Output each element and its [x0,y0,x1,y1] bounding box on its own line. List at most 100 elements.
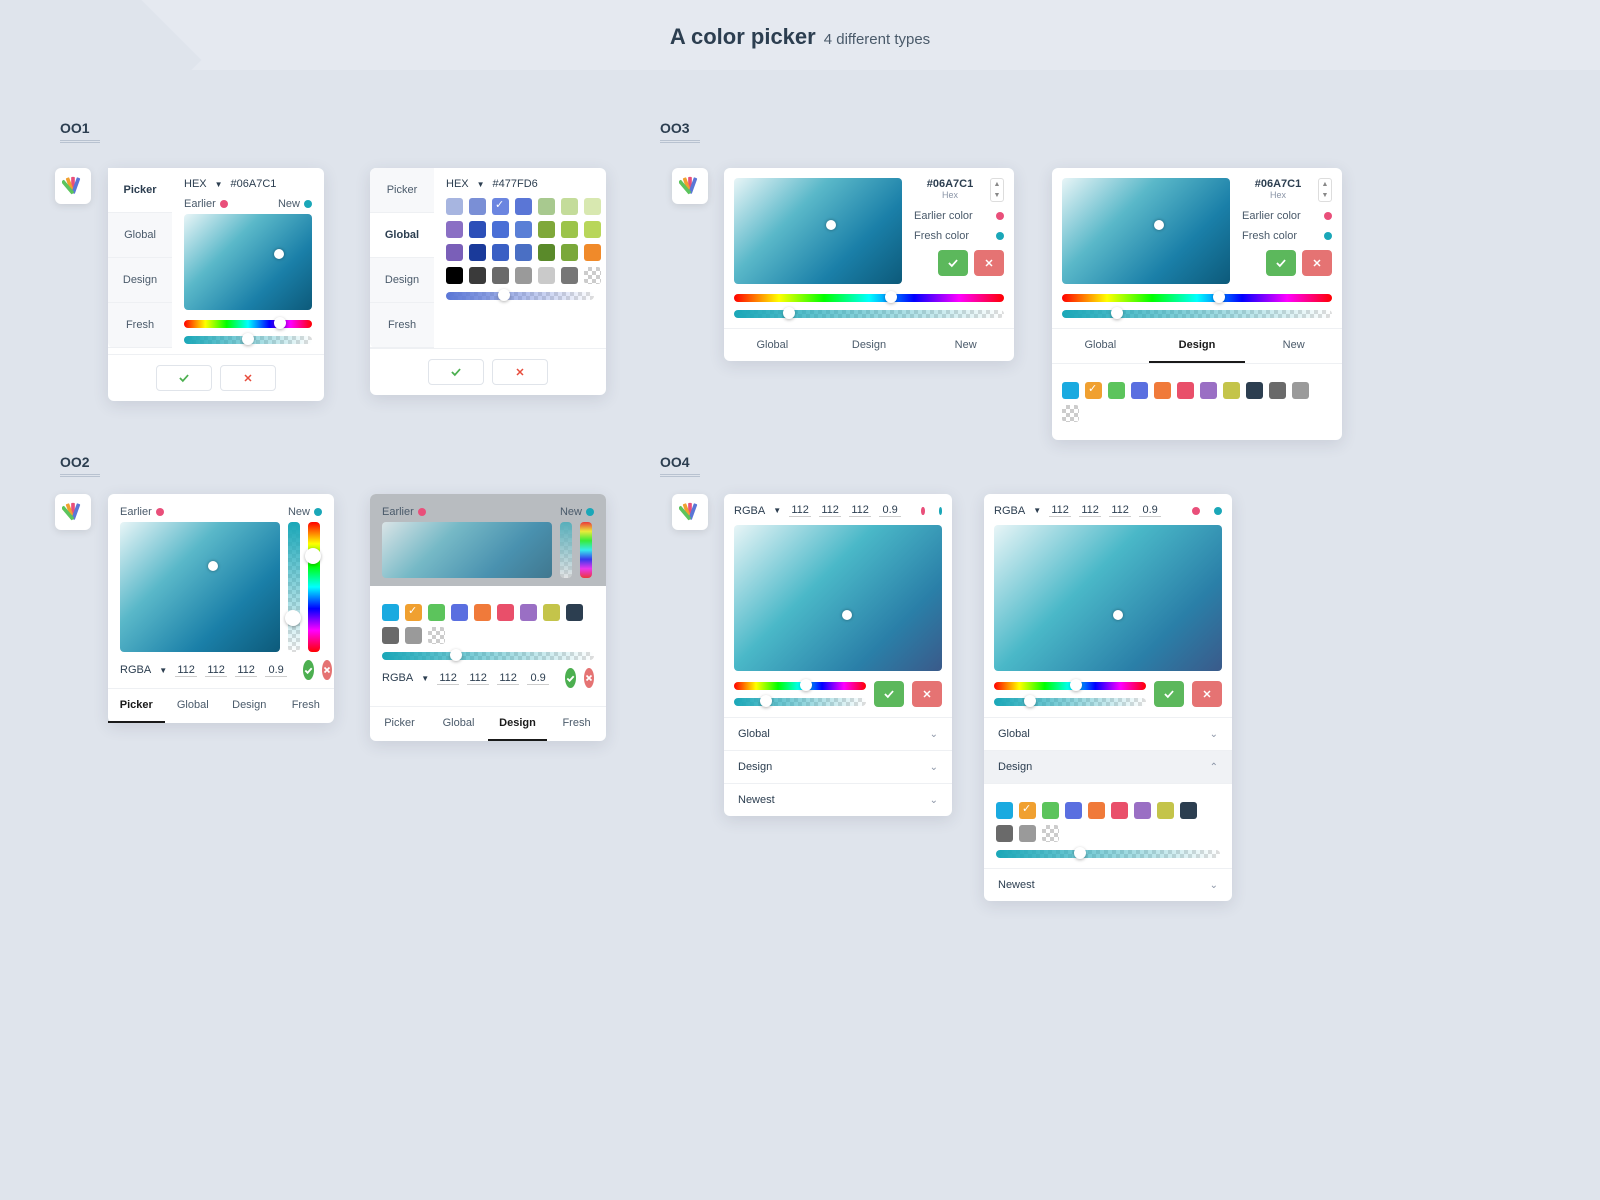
swatch[interactable] [561,244,578,261]
swatch-transparent[interactable] [1042,825,1059,842]
swatch[interactable] [469,221,486,238]
tab-design[interactable]: Design [821,329,918,361]
chevron-down-icon[interactable]: ▼ [477,180,485,189]
swatch[interactable] [446,198,463,215]
hue-slider[interactable] [994,682,1146,690]
cancel-button[interactable] [1192,681,1222,707]
saturation-field[interactable] [994,525,1222,671]
accordion-global[interactable]: Global⌄ [984,717,1232,750]
swatch[interactable] [1062,382,1079,399]
swatch[interactable] [543,604,560,621]
format-label[interactable]: RGBA [382,672,413,684]
tab-global[interactable]: Global [1052,329,1149,363]
swatch[interactable] [492,198,509,215]
rgba-g[interactable]: 112 [467,672,489,685]
swatch-transparent[interactable] [584,267,601,284]
swatch[interactable] [1108,382,1125,399]
tab-picker[interactable]: Picker [370,707,429,741]
swatch-transparent[interactable] [1062,405,1079,422]
cancel-button[interactable] [584,668,594,688]
tab-picker[interactable]: Picker [370,168,434,213]
cancel-button[interactable] [912,681,942,707]
rgba-g[interactable]: 112 [819,504,841,517]
swatch[interactable] [405,627,422,644]
format-label[interactable]: HEX [446,178,469,190]
tab-design[interactable]: Design [488,707,547,741]
tab-fresh[interactable]: Fresh [108,303,172,348]
saturation-field[interactable] [1062,178,1230,284]
tab-design[interactable]: Design [370,258,434,303]
swatch[interactable] [561,267,578,284]
swatch[interactable] [1177,382,1194,399]
color-fan-icon[interactable] [55,494,91,530]
confirm-button[interactable] [303,660,314,680]
swatch[interactable] [492,244,509,261]
confirm-button[interactable] [1154,681,1184,707]
swatch[interactable] [584,198,601,215]
tab-picker[interactable]: Picker [108,168,172,213]
alpha-slider[interactable] [382,652,594,660]
tab-new[interactable]: New [917,329,1014,361]
color-fan-icon[interactable] [672,168,708,204]
stepper[interactable]: ▲▼ [990,178,1004,202]
tab-global[interactable]: Global [108,213,172,258]
alpha-slider[interactable] [996,850,1220,858]
hue-slider[interactable] [734,294,1004,302]
rgba-r[interactable]: 112 [1049,504,1071,517]
accordion-design[interactable]: Design⌄ [724,750,952,783]
hex-value[interactable]: #06A7C1 [914,178,986,190]
swatch[interactable] [474,604,491,621]
chevron-down-icon[interactable]: ▼ [421,674,429,683]
chevron-down-icon[interactable]: ▼ [773,506,781,515]
swatch[interactable] [515,244,532,261]
rgba-g[interactable]: 112 [1079,504,1101,517]
swatch[interactable] [382,627,399,644]
tab-global[interactable]: Global [724,329,821,361]
rgba-g[interactable]: 112 [205,664,227,677]
swatch[interactable] [566,604,583,621]
confirm-button[interactable] [1266,250,1296,276]
swatch[interactable] [520,604,537,621]
saturation-field[interactable] [734,178,902,284]
alpha-slider[interactable] [446,292,594,300]
format-label[interactable]: HEX [184,178,207,190]
swatch[interactable] [561,221,578,238]
swatch[interactable] [584,221,601,238]
tab-global[interactable]: Global [165,689,222,723]
alpha-slider[interactable] [734,310,1004,318]
swatch[interactable] [1088,802,1105,819]
alpha-slider-vertical[interactable] [560,522,572,578]
confirm-button[interactable] [565,668,576,688]
rgba-b[interactable]: 112 [497,672,519,685]
format-label[interactable]: RGBA [120,664,151,676]
saturation-field[interactable] [382,522,552,578]
hue-slider-vertical[interactable] [308,522,320,652]
swatch[interactable] [1134,802,1151,819]
tab-global[interactable]: Global [429,707,488,741]
saturation-field[interactable] [120,522,280,652]
stepper[interactable]: ▲▼ [1318,178,1332,202]
hue-slider[interactable] [184,320,312,328]
cancel-button[interactable] [974,250,1004,276]
swatch[interactable] [538,244,555,261]
swatch[interactable] [1246,382,1263,399]
tab-fresh[interactable]: Fresh [547,707,606,741]
alpha-slider[interactable] [994,698,1146,706]
alpha-slider-vertical[interactable] [288,522,300,652]
color-fan-icon[interactable] [55,168,91,204]
swatch[interactable] [405,604,422,621]
tab-design[interactable]: Design [1149,329,1246,363]
swatch[interactable] [561,198,578,215]
swatch[interactable] [538,267,555,284]
hex-value[interactable]: #477FD6 [493,178,538,190]
tab-fresh[interactable]: Fresh [370,303,434,348]
swatch[interactable] [451,604,468,621]
swatch[interactable] [1154,382,1171,399]
swatch[interactable] [497,604,514,621]
alpha-slider[interactable] [734,698,866,706]
rgba-a[interactable]: 0.9 [265,664,287,677]
swatch[interactable] [1269,382,1286,399]
rgba-b[interactable]: 112 [849,504,871,517]
confirm-button[interactable] [428,359,484,385]
saturation-field[interactable] [184,214,312,310]
